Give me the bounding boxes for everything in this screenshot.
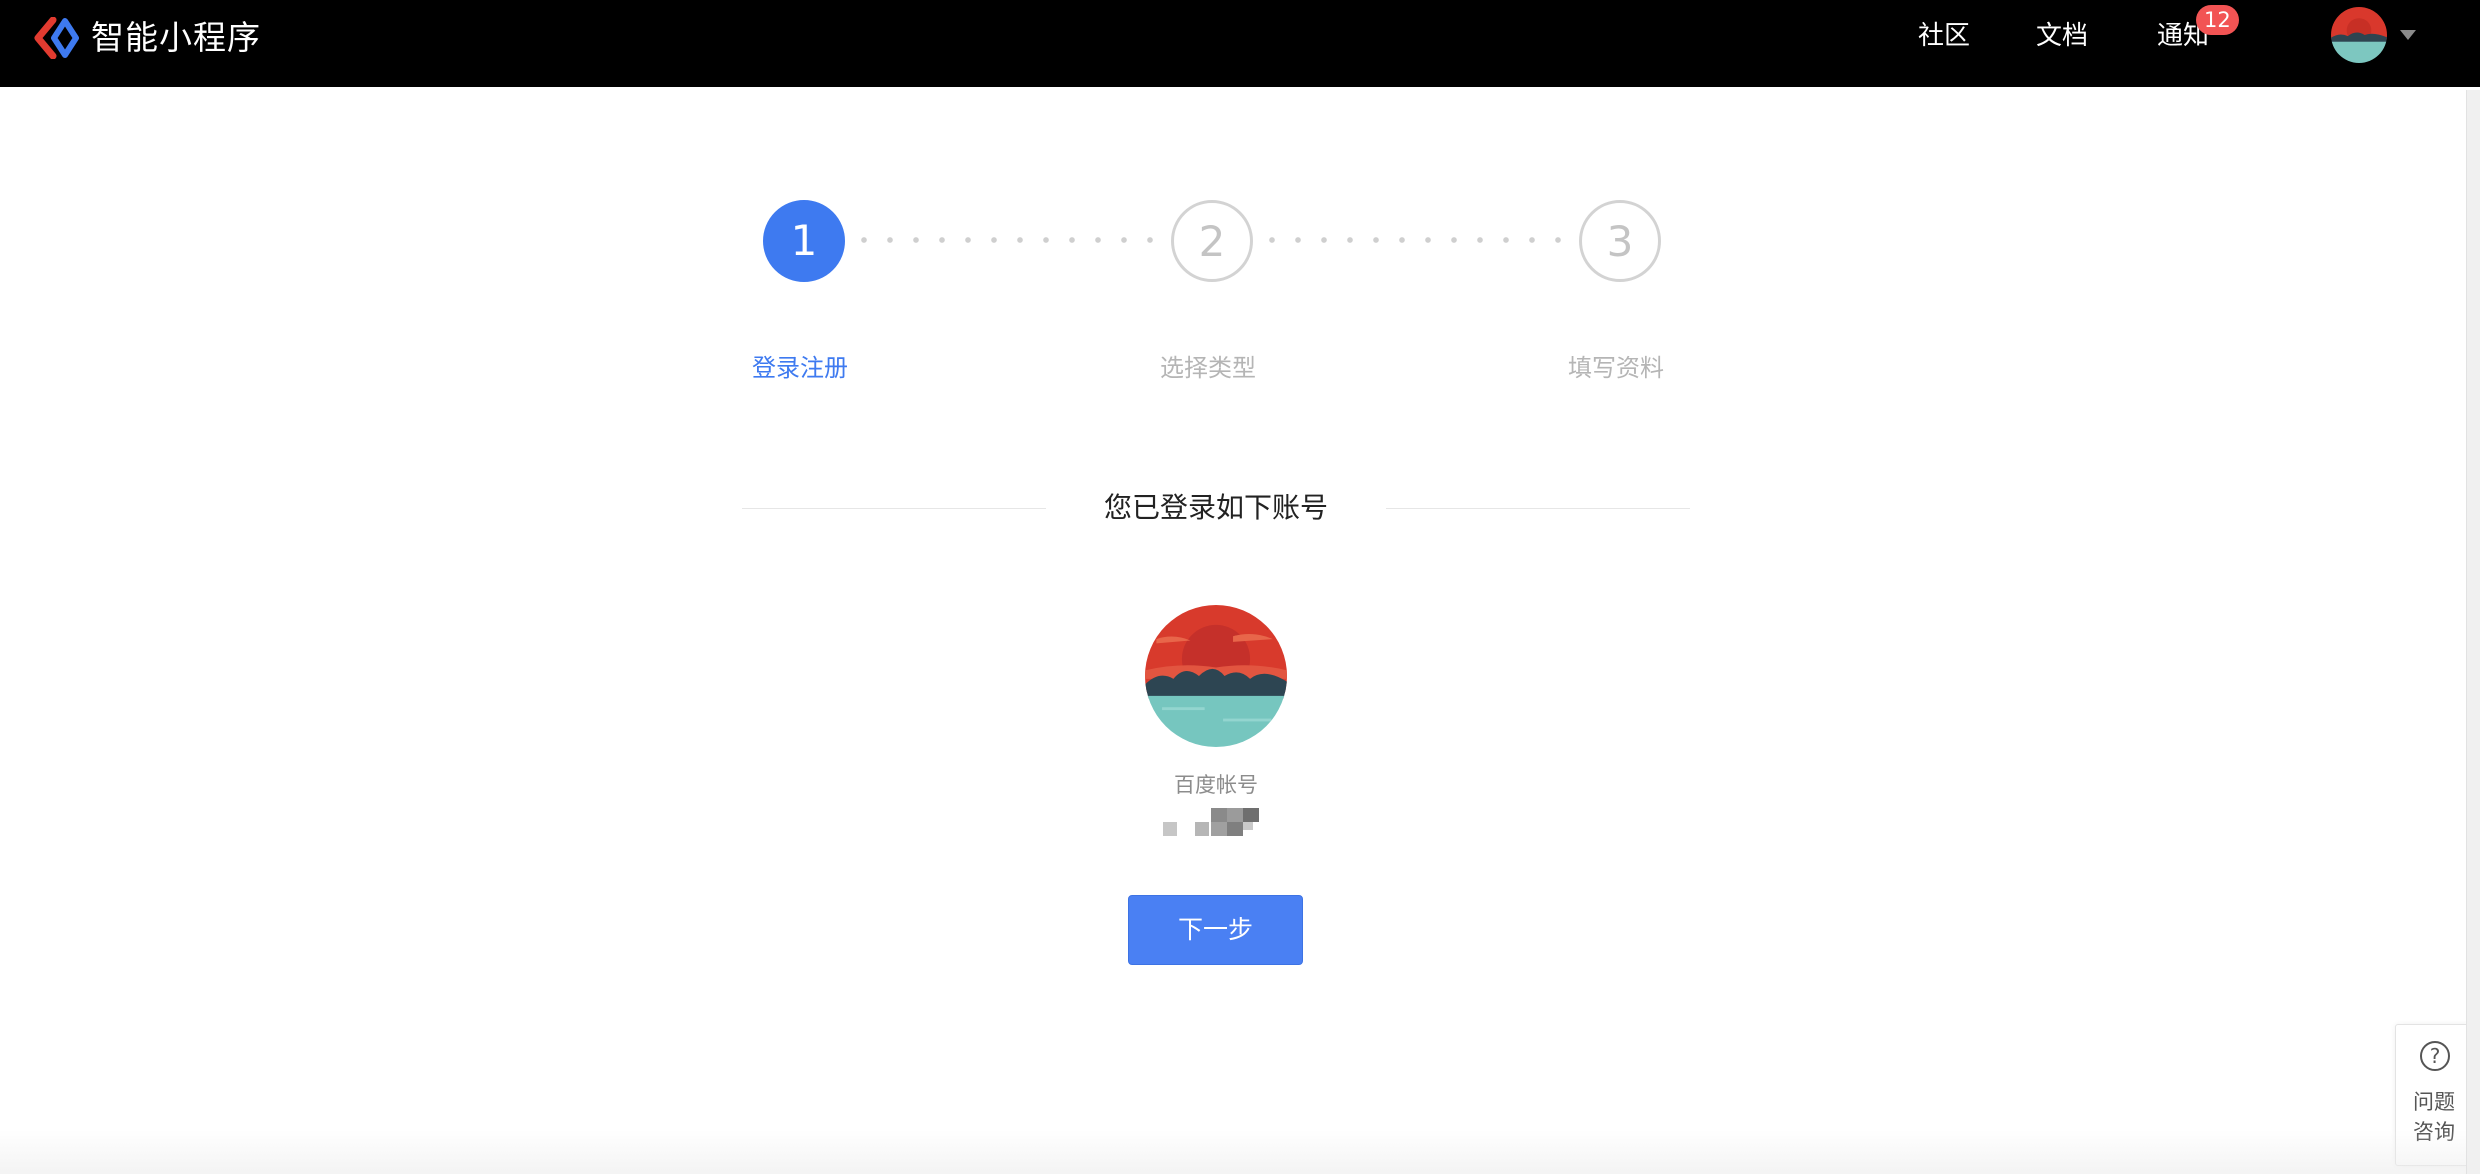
brand-title[interactable]: 智能小程序: [91, 17, 261, 59]
avatar-image-icon: [2331, 7, 2387, 63]
step-1-circle: 1: [763, 200, 845, 282]
smart-program-logo-icon[interactable]: [34, 17, 82, 59]
bottom-fade: [0, 1130, 2466, 1174]
step-3-label: 填写资料: [1568, 354, 1664, 382]
account-name-redacted: [1163, 806, 1278, 840]
account-avatar: [1145, 605, 1287, 747]
account-type-label: 百度帐号: [1174, 773, 1258, 797]
step-2-label: 选择类型: [1160, 354, 1256, 382]
user-menu-caret-icon[interactable]: [2400, 30, 2416, 40]
top-navigation-bar: 智能小程序 社区 文档 通知 12: [0, 0, 2480, 87]
help-label-line-1: 问题: [2413, 1090, 2455, 1114]
question-mark-icon: ?: [2420, 1041, 2450, 1071]
nav-docs-link[interactable]: 文档: [2036, 17, 2088, 55]
notification-count-badge: 12: [2196, 5, 2239, 35]
step-connector-2: [1259, 237, 1573, 243]
step-1-label: 登录注册: [752, 354, 848, 382]
section-divider-left: [742, 508, 1046, 509]
page-scrollbar[interactable]: [2466, 90, 2480, 1174]
sunset-avatar-icon: [1145, 605, 1287, 747]
step-3-circle: 3: [1579, 200, 1661, 282]
step-connector-1: [851, 237, 1165, 243]
step-2-circle: 2: [1171, 200, 1253, 282]
user-avatar[interactable]: [2331, 7, 2387, 63]
next-step-button[interactable]: 下一步: [1128, 895, 1303, 965]
logged-in-title: 您已登录如下账号: [1103, 491, 1328, 524]
section-divider-right: [1386, 508, 1690, 509]
nav-community-link[interactable]: 社区: [1918, 17, 1970, 55]
